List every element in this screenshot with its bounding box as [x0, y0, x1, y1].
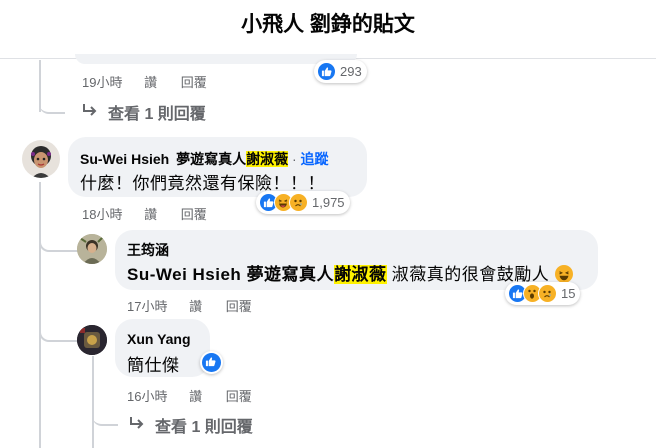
comment-author[interactable]: Su-Wei Hsieh	[80, 151, 169, 167]
like-icon	[202, 353, 221, 372]
avatar[interactable]	[77, 234, 107, 264]
mention-prefix: 夢遊寫真人	[246, 265, 335, 284]
comment-time[interactable]: 19小時	[82, 72, 122, 91]
thread-elbow	[39, 60, 65, 114]
like-button[interactable]: 讚	[144, 72, 157, 91]
reaction-summary[interactable]: 293	[314, 60, 367, 83]
reaction-count: 1,975	[312, 195, 345, 210]
comment-text: 簡仕傑	[127, 356, 180, 375]
sad-icon	[289, 193, 308, 212]
comment-meta: 16小時 讚 回覆	[127, 386, 252, 405]
like-button[interactable]: 讚	[189, 386, 202, 405]
view-replies-link[interactable]: 查看 1 則回覆	[129, 413, 253, 437]
mention-name[interactable]: Su-Wei Hsieh	[127, 265, 241, 284]
comment-bubble: Su-Wei Hsieh 夢遊寫真人謝淑薇 · 追蹤 什麼！你們竟然還有保險！！…	[68, 137, 367, 197]
reply-arrow-icon	[129, 416, 145, 435]
reaction-summary[interactable]	[200, 351, 223, 374]
view-replies-label: 查看 1 則回覆	[108, 106, 206, 123]
reaction-count: 15	[561, 286, 576, 301]
post-header: 小飛人 劉錚的貼文	[0, 0, 656, 59]
thread-elbow	[39, 222, 79, 252]
post-title: 小飛人 劉錚的貼文	[241, 13, 415, 36]
follow-button[interactable]: 追蹤	[301, 151, 329, 167]
thread-elbow	[39, 300, 79, 342]
comment-time[interactable]: 16小時	[127, 386, 167, 405]
like-icon	[317, 62, 336, 81]
view-replies-label: 查看 1 則回覆	[155, 419, 253, 436]
comment-bubble: Xun Yang 簡仕傑	[115, 319, 210, 377]
like-button[interactable]: 讚	[189, 296, 202, 315]
reply-arrow-icon	[82, 103, 98, 122]
reply-button[interactable]: 回覆	[226, 296, 252, 315]
reaction-count: 293	[340, 64, 362, 79]
mention-prefix: 夢遊寫真人	[176, 151, 247, 167]
comment-meta: 17小時 讚 回覆	[127, 296, 252, 315]
view-replies-link[interactable]: 查看 1 則回覆	[82, 100, 206, 124]
avatar[interactable]	[77, 325, 107, 355]
comment-meta: 18小時 讚 回覆	[82, 204, 207, 223]
comment-text-line: Su-Wei Hsieh 夢遊寫真人謝淑薇 淑薇真的很會鼓勵人	[127, 260, 573, 285]
comment-author[interactable]: 王筠涵	[127, 240, 169, 260]
thread-elbow	[92, 390, 118, 426]
reaction-summary[interactable]: 1,975	[256, 191, 350, 214]
comment-author-line: Su-Wei Hsieh 夢遊寫真人謝淑薇 · 追蹤	[80, 149, 329, 169]
separator: ·	[291, 151, 297, 167]
comment-time[interactable]: 18小時	[82, 204, 122, 223]
reply-button[interactable]: 回覆	[181, 72, 207, 91]
comment-meta: 19小時 讚 回覆	[82, 72, 207, 91]
laughing-emoji-icon	[554, 265, 573, 283]
mention-highlight: 謝淑薇	[246, 151, 289, 167]
mention-highlight: 謝淑薇	[334, 265, 387, 284]
avatar[interactable]	[22, 140, 60, 178]
sad-icon	[538, 284, 557, 303]
reply-button[interactable]: 回覆	[226, 386, 252, 405]
like-button[interactable]: 讚	[144, 204, 157, 223]
comment-author[interactable]: Xun Yang	[127, 331, 191, 347]
comment-bubble: 王筠涵 Su-Wei Hsieh 夢遊寫真人謝淑薇 淑薇真的很會鼓勵人	[115, 230, 598, 290]
reply-button[interactable]: 回覆	[181, 204, 207, 223]
comment-bubble	[75, 54, 357, 64]
comment-time[interactable]: 17小時	[127, 296, 167, 315]
reaction-summary[interactable]: 15	[505, 282, 581, 305]
